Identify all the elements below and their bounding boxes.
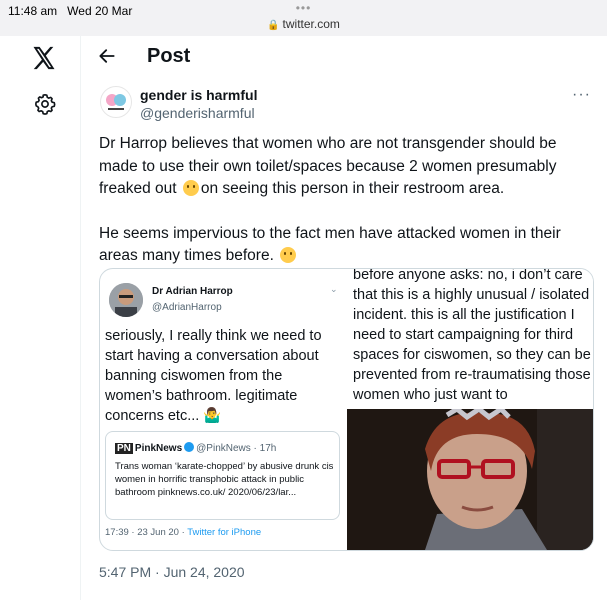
quoted-tweet-screenshot: Dr Adrian Harrop @AdrianHarrop ⌄ serious…: [100, 269, 345, 550]
lock-icon: 🔒: [267, 20, 280, 31]
gear-icon[interactable]: [34, 93, 56, 115]
quote-avatar: [109, 283, 143, 317]
pinknews-text: Trans woman ‘karate-chopped’ by abusive …: [115, 461, 334, 498]
quote-author-name: Dr Adrian Harrop: [152, 286, 233, 297]
quote-text: seriously, I really think we need to sta…: [105, 328, 322, 424]
sidebar-divider: [80, 36, 81, 600]
x-logo-icon[interactable]: [30, 44, 58, 72]
arrow-left-icon[interactable]: [97, 46, 117, 66]
address-bar[interactable]: 🔒 twitter.com: [0, 17, 607, 31]
author-handle[interactable]: @genderisharmful: [140, 105, 255, 121]
quoted-image[interactable]: Dr Adrian Harrop @AdrianHarrop ⌄ serious…: [99, 268, 594, 551]
tweet-text: Dr Harrop believes that women who are no…: [99, 135, 561, 264]
pinknews-logo-icon: PN: [115, 443, 133, 454]
photo: [347, 409, 593, 550]
more-options-icon[interactable]: ···: [572, 86, 591, 104]
pinknews-header: PN PinkNews @PinkNews · 17h: [115, 442, 277, 454]
browser-dots[interactable]: •••: [0, 1, 607, 15]
quote-footer: 17:39 · 23 Jun 20 · Twitter for iPhone: [105, 527, 262, 538]
page-title: Post: [147, 45, 191, 67]
tweet-timestamp[interactable]: 5:47 PM · Jun 24, 2020: [99, 564, 245, 580]
verified-icon: [184, 442, 195, 452]
avatar[interactable]: [100, 86, 132, 118]
quote-avatar-image: [109, 283, 143, 317]
quote-author-handle: @AdrianHarrop: [152, 302, 222, 313]
status-bar: 11:48 am Wed 20 Mar ••• 🔒 twitter.com: [0, 0, 607, 36]
quote-right-text: before anyone asks: no, i don’t care tha…: [353, 268, 591, 403]
quote-right-panel: before anyone asks: no, i don’t care tha…: [347, 269, 593, 550]
author-name[interactable]: gender is harmful: [140, 87, 257, 103]
photo-image: [347, 409, 593, 550]
pinknews-card: PN PinkNews @PinkNews · 17h Trans woman ‘k…: [105, 431, 340, 520]
eye-roll-icon: [280, 247, 297, 263]
thinking-face-icon: [182, 180, 199, 196]
avatar-image: [106, 94, 126, 110]
chevron-down-icon: ⌄: [330, 284, 338, 294]
